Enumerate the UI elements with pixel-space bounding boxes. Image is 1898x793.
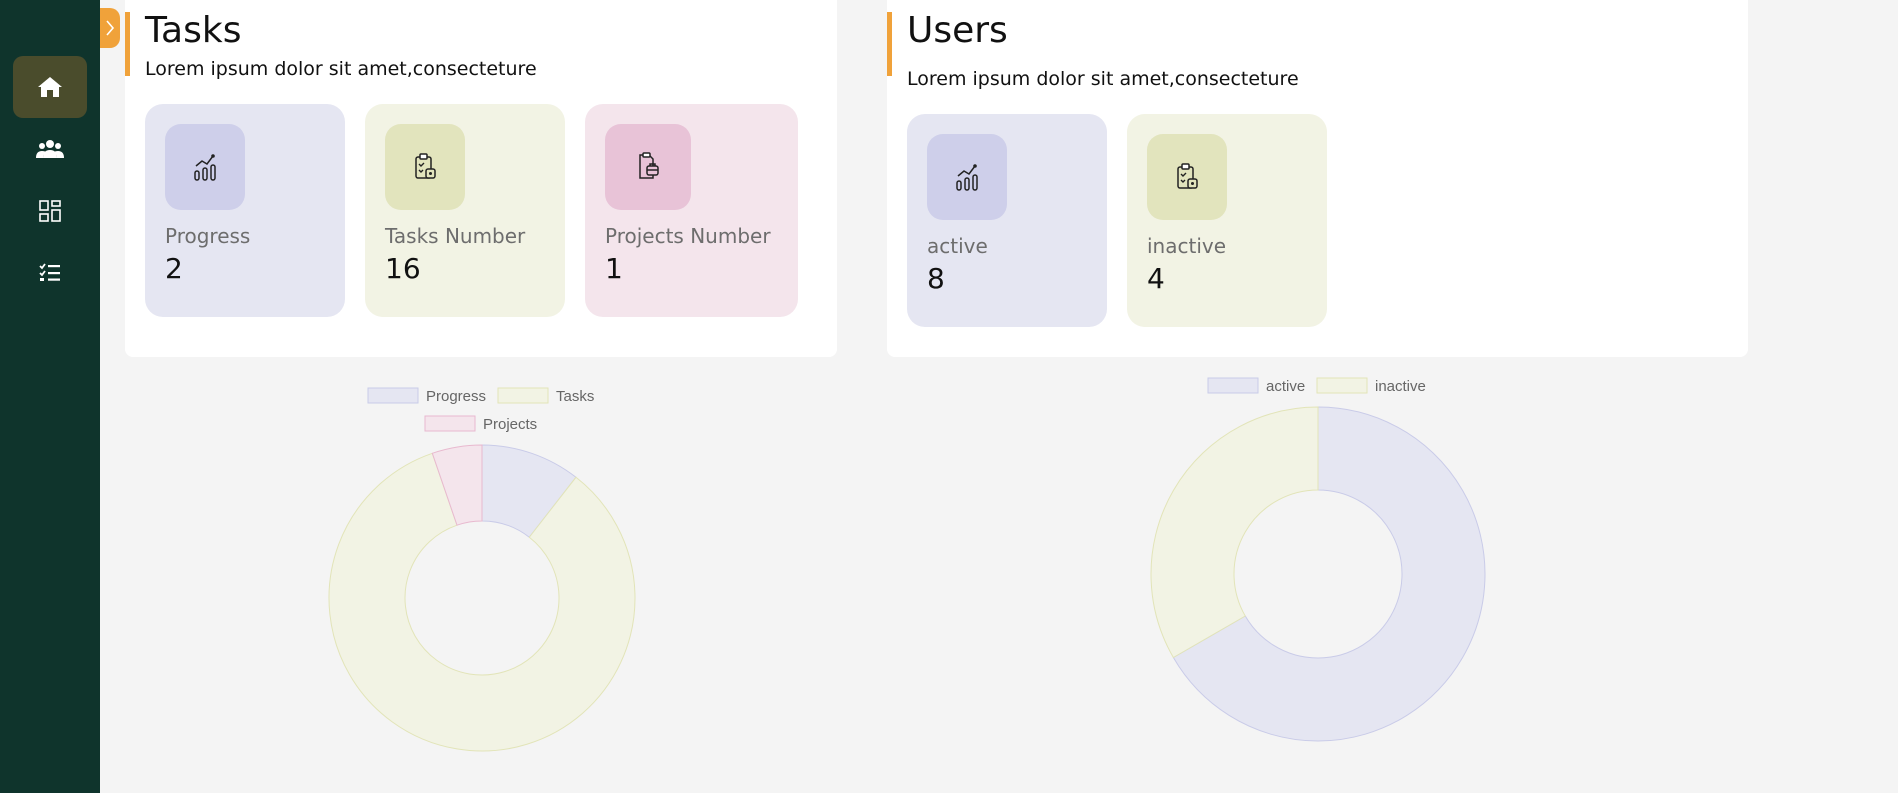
stat-label: inactive [1147, 234, 1227, 258]
sidebar-item-projects[interactable] [13, 180, 87, 242]
legend-swatch [424, 415, 476, 432]
home-icon [38, 77, 62, 97]
tasks-panel: Tasks Lorem ipsum dolor sit amet,consect… [125, 0, 837, 357]
progress-card[interactable]: Progress 2 [145, 104, 345, 317]
sidebar-item-home[interactable] [13, 56, 87, 118]
active-users-card[interactable]: active 8 [907, 114, 1107, 327]
panel-title: Tasks [145, 10, 242, 51]
sidebar-toggle-button[interactable] [100, 8, 120, 48]
clipboard-icon [1147, 134, 1227, 220]
legend-swatch [497, 387, 549, 404]
stat-label: Projects Number [605, 224, 771, 248]
projects-number-card[interactable]: Projects Number 1 [585, 104, 798, 317]
panel-subtitle: Lorem ipsum dolor sit amet,consecteture [145, 58, 537, 80]
legend-label[interactable]: Tasks [556, 388, 594, 405]
grid-icon [39, 200, 61, 222]
stat-value: 2 [165, 252, 183, 285]
sidebar-item-tasks[interactable] [13, 242, 87, 304]
stat-value: 1 [605, 252, 623, 285]
stat-value: 8 [927, 262, 945, 295]
clipboard-icon [385, 124, 465, 210]
legend-label[interactable]: Progress [426, 388, 486, 405]
doughnut-slice-active[interactable] [1172, 406, 1486, 742]
accent-bar [887, 12, 892, 76]
stat-label: active [927, 234, 988, 258]
chevron-right-icon [106, 20, 115, 36]
sidebar-item-users[interactable] [13, 118, 87, 180]
project-clipboard-icon [605, 124, 691, 210]
sidebar [0, 0, 100, 793]
legend-label[interactable]: Projects [483, 416, 537, 433]
accent-bar [125, 12, 130, 76]
panel-subtitle: Lorem ipsum dolor sit amet,consecteture [907, 68, 1299, 90]
stat-value: 4 [1147, 262, 1165, 295]
doughnut-slice-projects[interactable] [431, 444, 483, 526]
legend-swatch [367, 387, 419, 404]
doughnut-slice-tasks[interactable] [328, 452, 636, 752]
doughnut-slice-inactive[interactable] [1150, 406, 1319, 659]
legend-label[interactable]: active [1266, 378, 1305, 395]
stat-label: Progress [165, 224, 251, 248]
panel-title: Users [907, 10, 1008, 51]
chart-icon [165, 124, 245, 210]
legend-label[interactable]: inactive [1375, 378, 1426, 395]
legend-swatch [1207, 377, 1259, 394]
chart-icon [927, 134, 1007, 220]
tasks-number-card[interactable]: Tasks Number 16 [365, 104, 565, 317]
users-panel: Users Lorem ipsum dolor sit amet,consect… [887, 0, 1748, 357]
stat-label: Tasks Number [385, 224, 526, 248]
users-icon [36, 140, 64, 158]
doughnut-slice-progress[interactable] [481, 444, 577, 538]
inactive-users-card[interactable]: inactive 4 [1127, 114, 1327, 327]
legend-swatch [1316, 377, 1368, 394]
stat-value: 16 [385, 252, 421, 285]
checklist-icon [39, 263, 60, 281]
